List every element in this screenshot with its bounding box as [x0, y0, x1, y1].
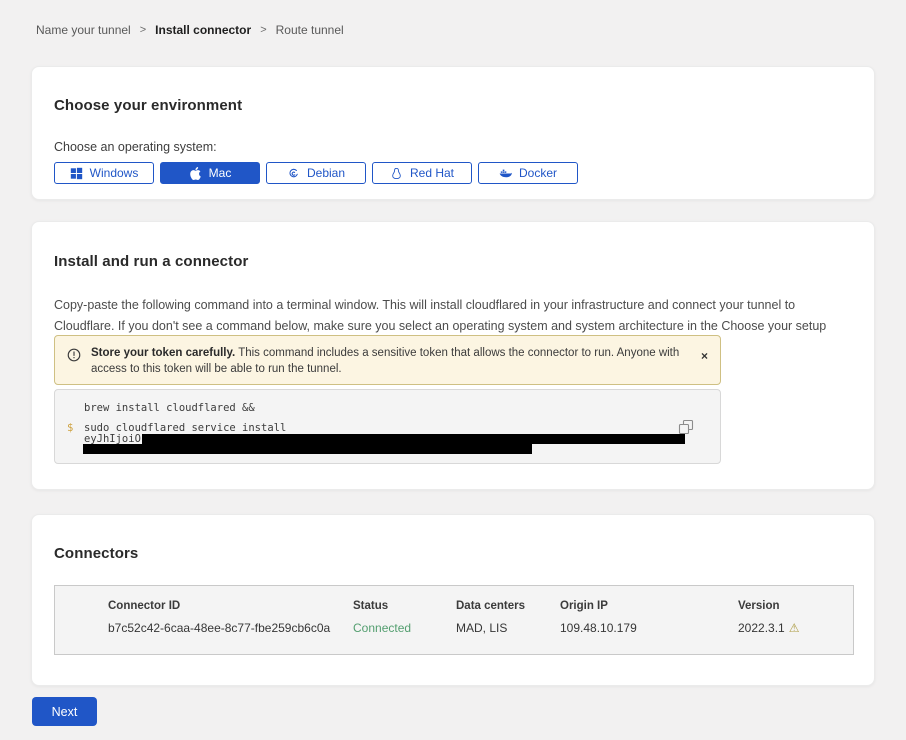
os-select-label: Choose an operating system: [54, 140, 852, 154]
tunnel-setup-page: Name your tunnel > Install connector > R… [0, 0, 906, 740]
breadcrumb-separator: > [260, 24, 266, 36]
header-status: Status [353, 600, 456, 612]
token-warning-text: Store your token carefully. This command… [91, 345, 684, 377]
header-data-centers: Data centers [456, 600, 560, 612]
install-connector-card: Install and run a connector Copy-paste t… [31, 221, 875, 490]
debian-icon [287, 167, 300, 180]
os-button-label: Red Hat [410, 166, 454, 180]
os-button-mac[interactable]: Mac [160, 162, 260, 184]
windows-icon [70, 167, 83, 180]
alert-circle-icon [67, 348, 81, 362]
version-number: 2022.3.1 [738, 621, 785, 635]
version-warning-icon: ⚠ [789, 621, 800, 635]
shell-prompt: $ [67, 422, 73, 434]
token-warning-banner: Store your token carefully. This command… [54, 335, 721, 385]
connector-card-title: Install and run a connector [54, 253, 852, 270]
breadcrumb-install-connector[interactable]: Install connector [155, 23, 251, 37]
redhat-linux-icon [390, 167, 403, 180]
copy-icon [678, 419, 695, 436]
os-button-label: Debian [307, 166, 345, 180]
breadcrumb-route-tunnel[interactable]: Route tunnel [276, 23, 344, 37]
redacted-token-bar [142, 434, 685, 444]
header-origin-ip: Origin IP [560, 600, 738, 612]
os-button-debian[interactable]: Debian [266, 162, 366, 184]
install-command-code-block: brew install cloudflared && $ sudo cloud… [54, 389, 721, 464]
next-button[interactable]: Next [32, 697, 97, 726]
warning-close-button[interactable]: × [701, 350, 708, 362]
apple-icon [189, 167, 202, 180]
token-warning-bold: Store your token carefully. [91, 347, 235, 359]
connectors-table: Connector ID Status Data centers Origin … [54, 585, 854, 655]
connectors-table-header: Connector ID Status Data centers Origin … [108, 600, 853, 612]
copy-command-button[interactable] [678, 419, 695, 436]
environment-card-title: Choose your environment [54, 97, 852, 114]
redacted-token-bar [83, 444, 532, 454]
code-line-brew-install: brew install cloudflared && [84, 402, 255, 414]
os-button-windows[interactable]: Windows [54, 162, 154, 184]
os-button-group: Windows Mac Debian Red Hat [54, 162, 852, 184]
os-button-label: Docker [519, 166, 557, 180]
os-button-label: Windows [90, 166, 139, 180]
cell-version: 2022.3.1 ⚠ [738, 621, 853, 635]
cell-status: Connected [353, 621, 456, 635]
os-button-docker[interactable]: Docker [478, 162, 578, 184]
docker-icon [499, 167, 512, 180]
choose-environment-card: Choose your environment Choose an operat… [31, 66, 875, 200]
connector-row: b7c52c42-6caa-48ee-8c77-fbe259cb6c0a Con… [108, 621, 853, 635]
connectors-card: Connectors Connector ID Status Data cent… [31, 514, 875, 686]
connectors-card-title: Connectors [54, 545, 852, 562]
cell-origin-ip: 109.48.10.179 [560, 621, 738, 635]
header-connector-id: Connector ID [108, 600, 353, 612]
os-button-label: Mac [209, 166, 232, 180]
os-button-redhat[interactable]: Red Hat [372, 162, 472, 184]
breadcrumb-separator: > [140, 24, 146, 36]
breadcrumb-name-your-tunnel[interactable]: Name your tunnel [36, 23, 131, 37]
cell-connector-id: b7c52c42-6caa-48ee-8c77-fbe259cb6c0a [108, 621, 353, 635]
cell-data-centers: MAD, LIS [456, 621, 560, 635]
breadcrumb: Name your tunnel > Install connector > R… [36, 23, 344, 37]
header-version: Version [738, 600, 853, 612]
